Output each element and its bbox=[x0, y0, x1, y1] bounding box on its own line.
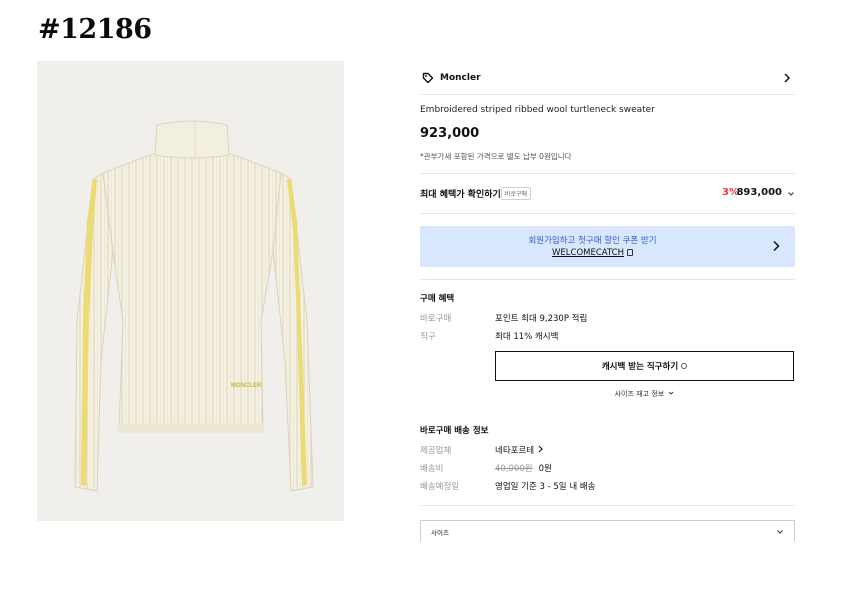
shipping-key: 배송예정일 bbox=[420, 482, 460, 492]
divider bbox=[420, 213, 795, 214]
buy-now-chip: 바로구매 bbox=[501, 187, 532, 200]
purchase-benefits-title: 구매 혜택 bbox=[420, 294, 455, 304]
shipping-row-eta: 배송예정일 영업일 기준 3 - 5일 내 배송 bbox=[420, 480, 795, 494]
tag-icon bbox=[422, 72, 434, 84]
benefit-row-direct: 직구 최대 11% 캐시백 bbox=[420, 330, 795, 344]
product-title: Embroidered striped ribbed wool turtlene… bbox=[420, 105, 655, 115]
max-benefit-label: 최대 혜택가 확인하기 bbox=[420, 190, 501, 200]
max-benefit-row[interactable]: 최대 혜택가 확인하기 바로구매 3% 893,000 bbox=[420, 186, 795, 202]
size-stock-label: 사이즈 재고 정보 bbox=[614, 390, 665, 398]
copy-icon[interactable] bbox=[626, 249, 633, 256]
size-stock-link[interactable]: 사이즈 재고 정보 bbox=[495, 389, 794, 399]
benefit-value: 포인트 최대 9,230P 적립 bbox=[495, 314, 588, 324]
vendor-link[interactable]: 네타포르테 bbox=[495, 444, 544, 456]
product-price: 923,000 bbox=[420, 126, 480, 141]
divider bbox=[420, 279, 795, 280]
cashback-direct-buy-button[interactable]: 캐시백 받는 직구하기 bbox=[495, 351, 794, 381]
info-icon bbox=[681, 363, 688, 369]
brand-row[interactable]: Moncler bbox=[420, 66, 795, 90]
coupon-code-row: WELCOMECATCH bbox=[420, 248, 765, 258]
embroidered-logo: MONCLER bbox=[231, 383, 262, 389]
vendor-name: 네타포르테 bbox=[495, 446, 535, 456]
size-select-label: 사이즈 bbox=[431, 529, 449, 537]
sweater-illustration: MONCLER bbox=[37, 61, 344, 521]
benefit-value: 최대 11% 캐시백 bbox=[495, 332, 559, 342]
cashback-button-label: 캐시백 받는 직구하기 bbox=[601, 362, 679, 372]
benefit-key: 바로구매 bbox=[420, 314, 452, 324]
chevron-right-icon[interactable] bbox=[771, 240, 781, 252]
coupon-banner[interactable]: 회원가입하고 첫구매 할인 쿠폰 받기 WELCOMECATCH bbox=[420, 226, 795, 267]
benefit-row-buy-now: 바로구매 포인트 최대 9,230P 적립 bbox=[420, 312, 795, 326]
shipping-row-vendor: 제공업체 네타포르테 bbox=[420, 444, 795, 458]
divider bbox=[420, 505, 795, 506]
divider bbox=[420, 94, 795, 95]
product-id-watermark: #12186 bbox=[38, 14, 152, 45]
size-select[interactable]: 사이즈 bbox=[420, 520, 795, 542]
product-image: MONCLER bbox=[37, 61, 344, 521]
chevron-right-icon[interactable] bbox=[782, 73, 792, 83]
shipping-title: 바로구매 배송 정보 bbox=[420, 426, 489, 436]
divider bbox=[420, 173, 795, 174]
chevron-right-icon bbox=[538, 445, 543, 453]
chevron-down-icon bbox=[669, 391, 674, 395]
discount-price: 893,000 bbox=[736, 187, 782, 198]
shipping-row-fee: 배송비 40,000원 0원 bbox=[420, 462, 795, 476]
brand-name: Moncler bbox=[440, 73, 481, 83]
chevron-down-icon bbox=[777, 530, 783, 534]
benefit-key: 직구 bbox=[420, 332, 436, 342]
fee-value: 0원 bbox=[538, 464, 552, 474]
chevron-down-icon[interactable] bbox=[787, 190, 795, 198]
original-fee: 40,000원 bbox=[495, 464, 533, 474]
tax-note: *관부가세 포함된 가격으로 별도 납부 0원입니다 bbox=[420, 152, 572, 161]
eta-value: 영업일 기준 3 - 5일 내 배송 bbox=[495, 482, 596, 492]
coupon-message: 회원가입하고 첫구매 할인 쿠폰 받기 bbox=[528, 236, 657, 246]
coupon-code[interactable]: WELCOMECATCH bbox=[552, 248, 624, 258]
shipping-fee: 40,000원 0원 bbox=[495, 462, 552, 474]
shipping-key: 제공업체 bbox=[420, 446, 452, 456]
shipping-key: 배송비 bbox=[420, 464, 444, 474]
